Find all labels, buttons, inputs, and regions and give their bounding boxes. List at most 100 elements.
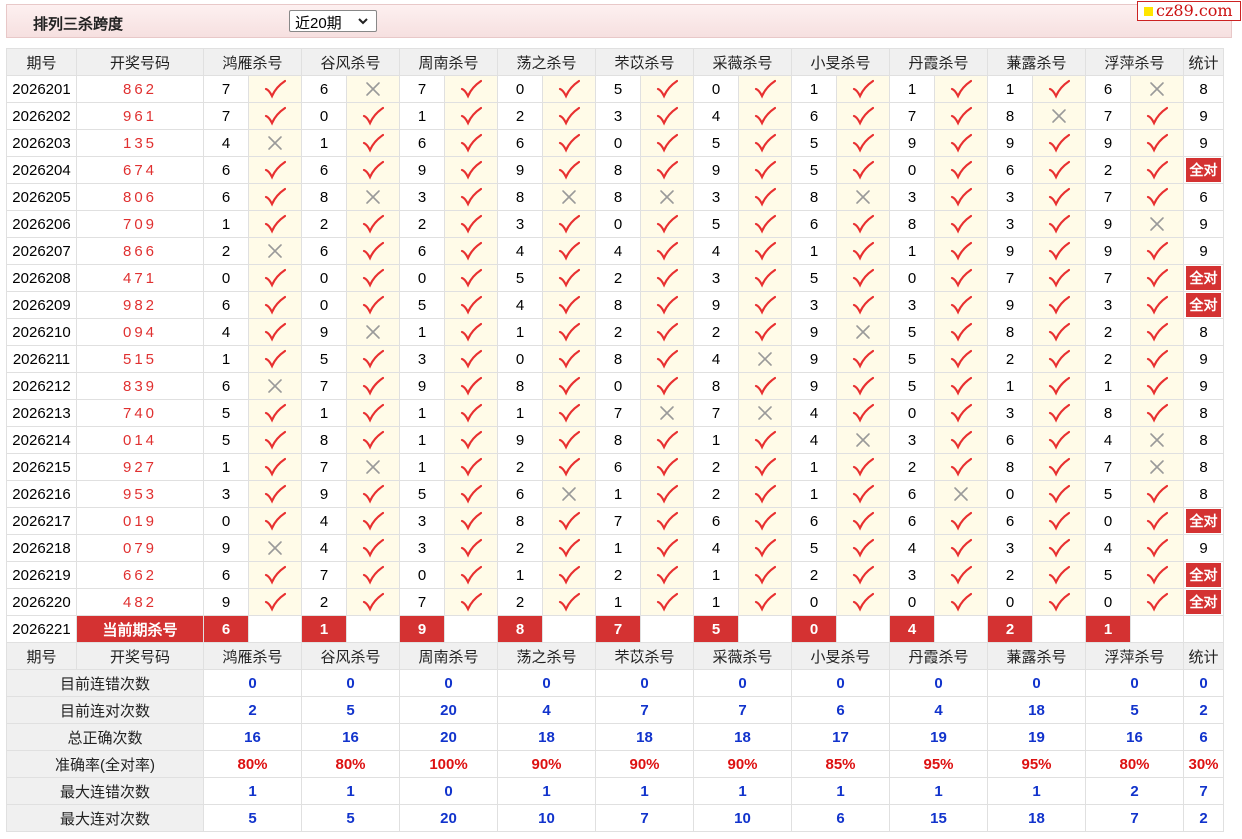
result-mark-cell [935,130,987,156]
result-mark-cell [935,184,987,210]
result-mark-cell [543,157,595,183]
result-mark-cell [641,130,693,156]
kill-number-cell: 5 [400,481,444,507]
check-icon [852,565,874,585]
result-mark-cell [641,400,693,426]
result-mark-cell [739,400,791,426]
result-mark-cell [445,400,497,426]
header-stat: 统计 [1184,49,1223,75]
kill-number-cell: 0 [498,76,542,102]
cross-icon [1150,433,1164,447]
kill-number-cell: 7 [1086,454,1130,480]
result-mark-cell [347,427,399,453]
kill-number-cell: 1 [498,319,542,345]
summary-stat: 2 [1184,697,1223,723]
check-icon [950,214,972,234]
result-mark-cell [445,103,497,129]
site-logo[interactable]: cz89.com [1137,1,1241,21]
kill-number-cell: 3 [400,346,444,372]
check-icon [1048,79,1070,99]
check-icon [362,106,384,126]
result-mark-cell [445,508,497,534]
summary-value: 90% [596,751,693,777]
current-blank-cell [739,616,791,642]
check-icon [656,430,678,450]
check-icon [362,160,384,180]
result-mark-cell [543,481,595,507]
check-icon [656,349,678,369]
result-mark-cell [739,562,791,588]
check-icon [460,538,482,558]
current-blank-cell [543,616,595,642]
stat-cell: 9 [1184,211,1223,237]
kill-number-cell: 0 [302,265,346,291]
result-mark-cell [249,535,301,561]
summary-value: 7 [596,697,693,723]
check-icon [852,511,874,531]
summary-label: 总正确次数 [7,724,203,750]
stat-cell: 8 [1184,319,1223,345]
result-mark-cell [445,76,497,102]
cross-icon [1052,109,1066,123]
check-icon [558,538,580,558]
check-icon [1048,133,1070,153]
result-mark-cell [543,265,595,291]
result-mark-cell [543,238,595,264]
result-mark-cell [1131,184,1183,210]
check-icon [950,430,972,450]
check-icon [754,79,776,99]
table-footer-header-row: 期号 开奖号码 鸿雁杀号 谷风杀号 周南杀号 荡之杀号 芣苡杀号 采薇杀号 小旻杀号 丹霞杀号 蒹露… [7,643,1223,669]
check-icon [1048,484,1070,504]
kill-number-cell: 0 [302,292,346,318]
kill-number-cell: 4 [302,508,346,534]
check-icon [264,160,286,180]
range-select[interactable]: 近20期 [289,10,377,32]
result-mark-cell [445,157,497,183]
range-select-value: 近20期 [295,15,342,32]
cross-icon [660,190,674,204]
kill-number-cell: 2 [694,481,738,507]
check-icon [264,565,286,585]
check-icon [950,349,972,369]
result-mark-cell [445,130,497,156]
current-blank-cell [445,616,497,642]
summary-value: 0 [400,778,497,804]
kill-number-cell: 1 [596,481,640,507]
check-icon [1146,268,1168,288]
kill-number-cell: 4 [890,535,934,561]
result-mark-cell [641,211,693,237]
check-icon [362,376,384,396]
summary-stat: 2 [1184,805,1223,831]
summary-value: 18 [694,724,791,750]
kill-number-cell: 1 [302,400,346,426]
result-mark-cell [1033,319,1085,345]
kill-number-cell: 4 [302,535,346,561]
table-row: 2026213 740 5 1 1 1 7 7 4 0 3 8 8 [7,400,1223,426]
table-row: 2026212 839 6 7 9 8 0 8 9 5 1 1 9 [7,373,1223,399]
result-mark-cell [543,76,595,102]
kill-number-cell: 8 [596,292,640,318]
kill-number-cell: 0 [596,211,640,237]
check-icon [656,241,678,261]
table-row: 2026206 709 1 2 2 3 0 5 6 8 3 9 9 [7,211,1223,237]
result-mark-cell [739,292,791,318]
kill-number-cell: 7 [1086,265,1130,291]
kill-number-cell: 8 [302,184,346,210]
check-icon [264,430,286,450]
result-mark-cell [1033,184,1085,210]
stat-cell: 9 [1184,238,1223,264]
check-icon [656,295,678,315]
kill-table: 期号 开奖号码 鸿雁杀号 谷风杀号 周南杀号 荡之杀号 芣苡杀号 采薇杀号 小旻杀号 丹霞杀号 蒹露… [6,48,1224,832]
summary-value: 1 [792,778,889,804]
kill-number-cell: 3 [498,211,542,237]
kill-number-cell: 1 [596,589,640,615]
kill-number-cell: 0 [302,103,346,129]
kill-number-cell: 9 [890,130,934,156]
kill-number-cell: 9 [1086,211,1130,237]
check-icon [558,511,580,531]
result-mark-cell [641,265,693,291]
period-cell: 2026208 [7,265,76,291]
result-mark-cell [837,184,889,210]
kill-number-cell: 2 [204,238,248,264]
check-icon [950,538,972,558]
